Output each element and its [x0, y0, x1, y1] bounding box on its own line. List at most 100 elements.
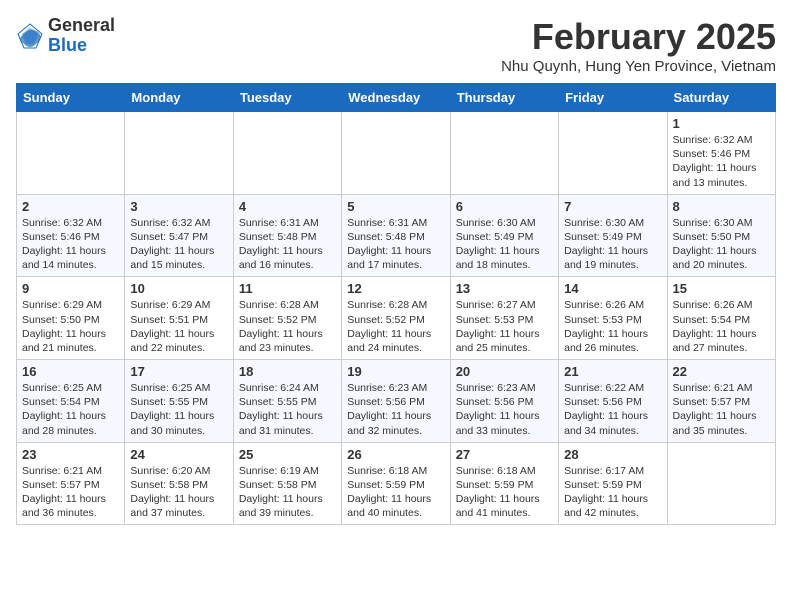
day-info: Sunrise: 6:24 AM Sunset: 5:55 PM Dayligh…: [239, 381, 336, 438]
calendar-week-1: 1Sunrise: 6:32 AM Sunset: 5:46 PM Daylig…: [17, 112, 776, 195]
calendar-cell: 10 Sunrise: 6:29 AM Sunset: 5:51 PM Dayli…: [125, 277, 233, 360]
calendar-week-5: 23 Sunrise: 6:21 AM Sunset: 5:57 PM Dayli…: [17, 442, 776, 525]
day-number: 9: [22, 281, 119, 296]
calendar-header-row: SundayMondayTuesdayWednesdayThursdayFrid…: [17, 84, 776, 112]
calendar-cell: 28 Sunrise: 6:17 AM Sunset: 5:59 PM Dayli…: [559, 442, 667, 525]
calendar-cell: 15Sunrise: 6:26 AM Sunset: 5:54 PM Dayli…: [667, 277, 775, 360]
day-info: Sunrise: 6:26 AM Sunset: 5:53 PM Dayligh…: [564, 298, 661, 355]
day-number: 14: [564, 281, 661, 296]
day-number: 8: [673, 199, 770, 214]
calendar-header-friday: Friday: [559, 84, 667, 112]
day-info: Sunrise: 6:28 AM Sunset: 5:52 PM Dayligh…: [239, 298, 336, 355]
day-info: Sunrise: 6:28 AM Sunset: 5:52 PM Dayligh…: [347, 298, 444, 355]
calendar-cell: 1Sunrise: 6:32 AM Sunset: 5:46 PM Daylig…: [667, 112, 775, 195]
day-number: 28: [564, 447, 661, 462]
calendar-cell: [342, 112, 450, 195]
day-number: 10: [130, 281, 227, 296]
day-info: Sunrise: 6:23 AM Sunset: 5:56 PM Dayligh…: [347, 381, 444, 438]
calendar-cell: 5 Sunrise: 6:31 AM Sunset: 5:48 PM Daylig…: [342, 194, 450, 277]
logo-icon: [16, 22, 44, 50]
calendar-cell: 4 Sunrise: 6:31 AM Sunset: 5:48 PM Daylig…: [233, 194, 341, 277]
day-info: Sunrise: 6:17 AM Sunset: 5:59 PM Dayligh…: [564, 464, 661, 521]
location-text: Nhu Quynh, Hung Yen Province, Vietnam: [501, 58, 776, 75]
day-info: Sunrise: 6:25 AM Sunset: 5:54 PM Dayligh…: [22, 381, 119, 438]
day-number: 15: [673, 281, 770, 296]
day-info: Sunrise: 6:32 AM Sunset: 5:46 PM Dayligh…: [22, 216, 119, 273]
calendar-cell: 18 Sunrise: 6:24 AM Sunset: 5:55 PM Dayli…: [233, 360, 341, 443]
day-number: 3: [130, 199, 227, 214]
calendar-header-wednesday: Wednesday: [342, 84, 450, 112]
day-number: 16: [22, 364, 119, 379]
logo: General Blue: [16, 16, 115, 56]
month-title: February 2025: [501, 16, 776, 58]
calendar-cell: 6Sunrise: 6:30 AM Sunset: 5:49 PM Daylig…: [450, 194, 558, 277]
calendar-cell: 12 Sunrise: 6:28 AM Sunset: 5:52 PM Dayli…: [342, 277, 450, 360]
calendar-cell: 14 Sunrise: 6:26 AM Sunset: 5:53 PM Dayli…: [559, 277, 667, 360]
day-info: Sunrise: 6:31 AM Sunset: 5:48 PM Dayligh…: [347, 216, 444, 273]
day-info: Sunrise: 6:18 AM Sunset: 5:59 PM Dayligh…: [456, 464, 553, 521]
calendar-cell: 22 Sunrise: 6:21 AM Sunset: 5:57 PM Dayli…: [667, 360, 775, 443]
day-info: Sunrise: 6:21 AM Sunset: 5:57 PM Dayligh…: [22, 464, 119, 521]
calendar-header-thursday: Thursday: [450, 84, 558, 112]
day-info: Sunrise: 6:20 AM Sunset: 5:58 PM Dayligh…: [130, 464, 227, 521]
logo-general-text: General: [48, 15, 115, 35]
calendar-cell: 13 Sunrise: 6:27 AM Sunset: 5:53 PM Dayli…: [450, 277, 558, 360]
day-info: Sunrise: 6:30 AM Sunset: 5:50 PM Dayligh…: [673, 216, 770, 273]
calendar-cell: 7 Sunrise: 6:30 AM Sunset: 5:49 PM Daylig…: [559, 194, 667, 277]
title-block: February 2025 Nhu Quynh, Hung Yen Provin…: [501, 16, 776, 75]
day-info: Sunrise: 6:31 AM Sunset: 5:48 PM Dayligh…: [239, 216, 336, 273]
day-info: Sunrise: 6:27 AM Sunset: 5:53 PM Dayligh…: [456, 298, 553, 355]
day-number: 7: [564, 199, 661, 214]
day-number: 13: [456, 281, 553, 296]
day-info: Sunrise: 6:29 AM Sunset: 5:51 PM Dayligh…: [130, 298, 227, 355]
calendar-cell: 19Sunrise: 6:23 AM Sunset: 5:56 PM Dayli…: [342, 360, 450, 443]
day-info: Sunrise: 6:30 AM Sunset: 5:49 PM Dayligh…: [456, 216, 553, 273]
calendar-week-3: 9 Sunrise: 6:29 AM Sunset: 5:50 PM Daylig…: [17, 277, 776, 360]
calendar-cell: [233, 112, 341, 195]
calendar-cell: [17, 112, 125, 195]
day-info: Sunrise: 6:18 AM Sunset: 5:59 PM Dayligh…: [347, 464, 444, 521]
calendar-cell: 16 Sunrise: 6:25 AM Sunset: 5:54 PM Dayli…: [17, 360, 125, 443]
day-number: 27: [456, 447, 553, 462]
calendar-cell: [450, 112, 558, 195]
day-info: Sunrise: 6:21 AM Sunset: 5:57 PM Dayligh…: [673, 381, 770, 438]
page-header: General Blue February 2025 Nhu Quynh, Hu…: [16, 16, 776, 75]
day-number: 18: [239, 364, 336, 379]
day-number: 26: [347, 447, 444, 462]
day-info: Sunrise: 6:19 AM Sunset: 5:58 PM Dayligh…: [239, 464, 336, 521]
day-number: 11: [239, 281, 336, 296]
day-number: 22: [673, 364, 770, 379]
day-info: Sunrise: 6:23 AM Sunset: 5:56 PM Dayligh…: [456, 381, 553, 438]
calendar-cell: 24 Sunrise: 6:20 AM Sunset: 5:58 PM Dayli…: [125, 442, 233, 525]
day-number: 20: [456, 364, 553, 379]
calendar-cell: 8 Sunrise: 6:30 AM Sunset: 5:50 PM Daylig…: [667, 194, 775, 277]
day-number: 1: [673, 116, 770, 131]
day-number: 23: [22, 447, 119, 462]
day-number: 17: [130, 364, 227, 379]
day-number: 21: [564, 364, 661, 379]
calendar-cell: 26 Sunrise: 6:18 AM Sunset: 5:59 PM Dayli…: [342, 442, 450, 525]
day-number: 24: [130, 447, 227, 462]
logo-blue-text: Blue: [48, 35, 87, 55]
calendar-header-monday: Monday: [125, 84, 233, 112]
calendar-header-sunday: Sunday: [17, 84, 125, 112]
calendar-week-2: 2Sunrise: 6:32 AM Sunset: 5:46 PM Daylig…: [17, 194, 776, 277]
calendar-cell: 17Sunrise: 6:25 AM Sunset: 5:55 PM Dayli…: [125, 360, 233, 443]
calendar-cell: 25Sunrise: 6:19 AM Sunset: 5:58 PM Dayli…: [233, 442, 341, 525]
day-info: Sunrise: 6:22 AM Sunset: 5:56 PM Dayligh…: [564, 381, 661, 438]
day-info: Sunrise: 6:29 AM Sunset: 5:50 PM Dayligh…: [22, 298, 119, 355]
calendar-header-saturday: Saturday: [667, 84, 775, 112]
day-number: 4: [239, 199, 336, 214]
day-number: 12: [347, 281, 444, 296]
calendar-table: SundayMondayTuesdayWednesdayThursdayFrid…: [16, 83, 776, 525]
calendar-body: 1 Sunrise: 6:32 AM Sunset: 5:46 PM Daylig…: [17, 112, 776, 525]
day-info: Sunrise: 6:30 AM Sunset: 5:49 PM Dayligh…: [564, 216, 661, 273]
day-number: 5: [347, 199, 444, 214]
calendar-header-tuesday: Tuesday: [233, 84, 341, 112]
calendar-week-4: 16 Sunrise: 6:25 AM Sunset: 5:54 PM Dayli…: [17, 360, 776, 443]
calendar-cell: 21 Sunrise: 6:22 AM Sunset: 5:56 PM Dayli…: [559, 360, 667, 443]
day-info: Sunrise: 6:32 AM Sunset: 5:47 PM Dayligh…: [130, 216, 227, 273]
calendar-cell: [559, 112, 667, 195]
calendar-cell: 2Sunrise: 6:32 AM Sunset: 5:46 PM Daylig…: [17, 194, 125, 277]
calendar-cell: [667, 442, 775, 525]
